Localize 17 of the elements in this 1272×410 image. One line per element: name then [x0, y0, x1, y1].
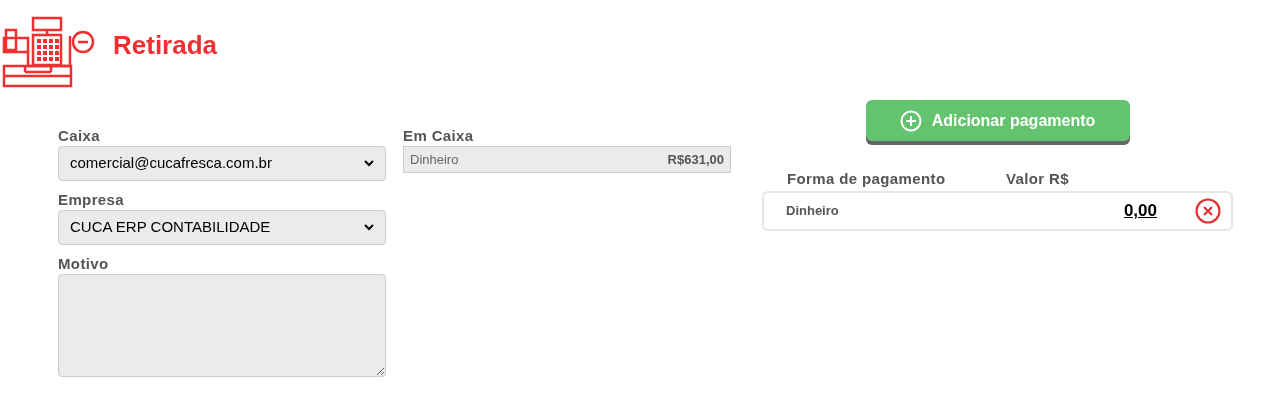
select-field[interactable]: CUCA ERP CONTABILIDADE	[58, 210, 386, 245]
remove-icon[interactable]	[1195, 197, 1221, 224]
field-label: Motivo	[58, 254, 110, 274]
payment-method: Dinheiro	[410, 150, 459, 169]
field-label: Empresa	[58, 190, 125, 210]
column-header: Forma de pagamento	[787, 169, 947, 189]
chevron-icon	[364, 160, 374, 167]
page-title: Retirada	[113, 28, 218, 62]
field-label: Em Caixa	[403, 126, 475, 146]
payment-method: Dinheiro	[786, 201, 840, 220]
column-header: Valor R$	[1006, 169, 1070, 189]
select-field[interactable]: comercial@cucafresca.com.br	[58, 146, 386, 181]
field-label: Caixa	[58, 126, 101, 146]
plus-circle-icon	[899, 109, 922, 132]
balance-amount: R$631,00	[667, 150, 724, 169]
chevron-icon	[364, 224, 374, 231]
payment-amount[interactable]: 0,00	[1086, 197, 1157, 224]
